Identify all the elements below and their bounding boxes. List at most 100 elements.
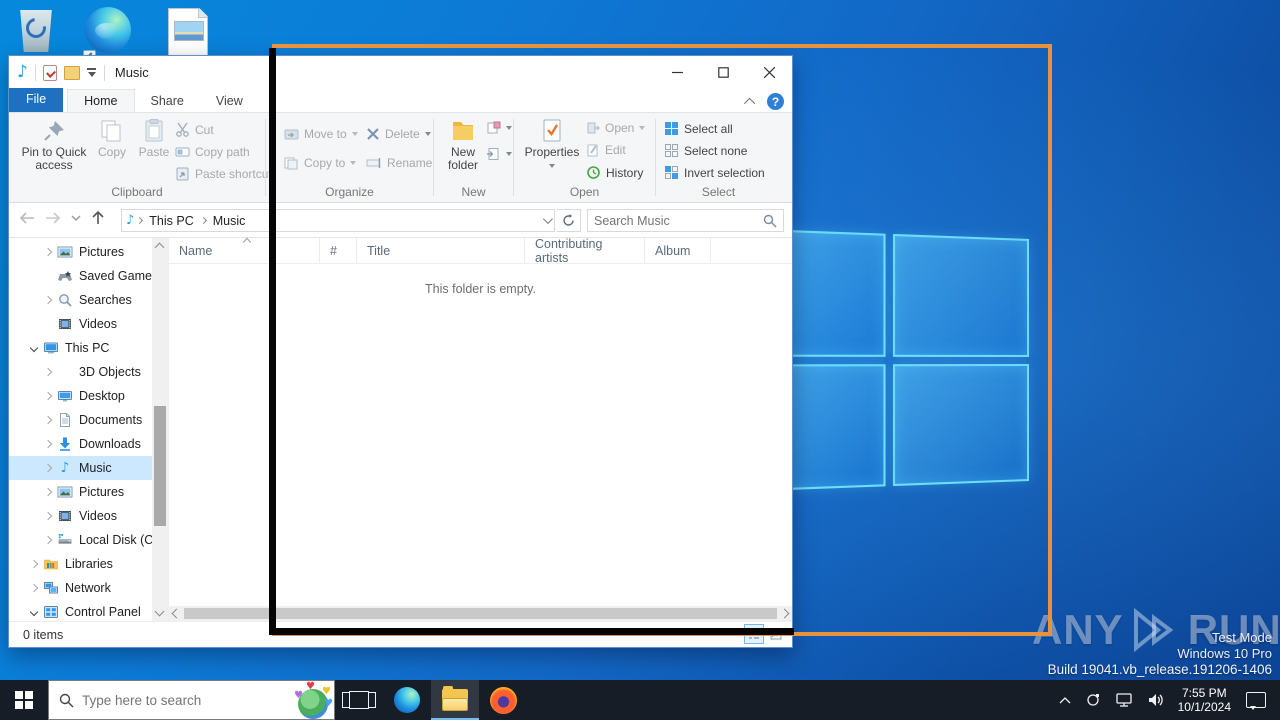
taskbar-search-input[interactable] [82, 692, 324, 708]
watermark-build: Build 19041.vb_release.191206-1406 [1047, 662, 1272, 677]
edge-desktop-shortcut[interactable] [83, 7, 137, 63]
sidebar-item-3d-objects[interactable]: 3D Objects [9, 360, 152, 384]
speaker-icon [1148, 694, 1163, 706]
breadcrumb-music[interactable]: Music [209, 214, 250, 228]
copy-button[interactable]: Copy [93, 118, 131, 159]
scroll-up-icon[interactable] [154, 242, 165, 253]
clock-time: 7:55 PM [1181, 686, 1227, 700]
sidebar-item-documents[interactable]: Documents [9, 408, 152, 432]
tree-expand-icon[interactable] [45, 321, 51, 327]
copy-label: Copy [97, 145, 126, 159]
folder-tree: Pictures Saved Games Searches Videos Thi… [9, 240, 161, 621]
tray-volume-button[interactable] [1140, 680, 1170, 720]
tray-status-icon[interactable] [1078, 680, 1108, 720]
paste-shortcut-button[interactable]: Paste shortcut [175, 166, 272, 181]
tree-expand-icon[interactable] [43, 415, 53, 425]
taskbar-firefox-button[interactable] [479, 680, 527, 720]
taskbar-clock[interactable]: 7:55 PM 10/1/2024 [1170, 686, 1239, 714]
window-title: Music [114, 65, 149, 80]
tab-home[interactable]: Home [67, 89, 135, 112]
tree-expand-icon[interactable] [43, 463, 53, 473]
taskbar-search-box[interactable]: ♥ ♥ ♥ ♥ [48, 680, 335, 720]
action-center-button[interactable] [1239, 680, 1280, 720]
sidebar-item-pictures[interactable]: Pictures [9, 480, 152, 504]
copy-path-icon [175, 147, 190, 157]
tree-expand-icon[interactable] [43, 295, 53, 305]
start-button[interactable] [0, 680, 48, 720]
pin-to-quick-access-button[interactable]: Pin to Quick access [19, 118, 89, 172]
recycle-bin-icon[interactable] [10, 4, 62, 56]
tree-expand-icon[interactable] [29, 607, 39, 617]
picture-icon [57, 484, 73, 500]
tree-expand-icon[interactable] [43, 367, 53, 377]
sidebar-item-libraries[interactable]: Libraries [9, 552, 152, 576]
search-icon [59, 693, 74, 707]
sidebar-item-this-pc[interactable]: This PC [9, 336, 152, 360]
network-icon [43, 580, 59, 596]
recent-locations-dropdown[interactable] [71, 214, 81, 222]
sidebar-item-local-disk-c[interactable]: Local Disk (C:) [9, 528, 161, 552]
search-highlights-globe-icon[interactable]: ♥ ♥ ♥ ♥ [294, 682, 333, 719]
taskbar-edge-button[interactable] [383, 680, 431, 720]
tab-view[interactable]: View [200, 90, 259, 112]
paste-button[interactable]: Paste [135, 118, 173, 159]
sidebar-item-music[interactable]: ♪ Music [9, 456, 152, 480]
drive-icon [57, 532, 73, 548]
video-icon [57, 316, 73, 332]
breadcrumb-chevron-icon [136, 216, 144, 225]
navigation-pane: Pictures Saved Games Searches Videos Thi… [9, 238, 169, 621]
tree-expand-icon[interactable] [43, 535, 53, 545]
tree-expand-icon[interactable] [43, 439, 53, 449]
computer-icon [43, 340, 59, 356]
scroll-down-icon[interactable] [154, 606, 165, 617]
tree-item-label: 3D Objects [79, 365, 141, 379]
tree-expand-icon[interactable] [43, 511, 53, 521]
taskbar-file-explorer-button[interactable] [431, 680, 479, 720]
taskbar: ♥ ♥ ♥ ♥ 7:55 P [0, 680, 1280, 720]
qat-properties-button[interactable] [42, 64, 57, 81]
paste-shortcut-icon [176, 167, 189, 181]
qat-new-folder-button[interactable] [63, 65, 80, 80]
sidebar-item-control-panel[interactable]: Control Panel [9, 600, 152, 621]
sidebar-item-videos[interactable]: Videos [9, 312, 152, 336]
sidebar-item-searches[interactable]: Searches [9, 288, 152, 312]
sidebar-scrollbar[interactable] [152, 238, 168, 621]
cut-button[interactable]: Cut [175, 122, 214, 137]
sidebar-item-desktop[interactable]: Desktop [9, 384, 152, 408]
tree-expand-icon[interactable] [29, 343, 39, 353]
copy-path-button[interactable]: Copy path [175, 144, 250, 159]
scroll-left-icon[interactable] [171, 608, 182, 619]
column-header-label: Name [179, 243, 213, 258]
tray-network-button[interactable] [1108, 680, 1140, 720]
forward-button[interactable] [45, 211, 61, 225]
scrollbar-thumb[interactable] [154, 406, 166, 526]
breadcrumb-this-pc[interactable]: This PC [145, 214, 197, 228]
task-view-button[interactable] [335, 680, 383, 720]
qat-customize-dropdown[interactable] [86, 67, 97, 78]
watermark-mode-info: Test Mode Windows 10 Pro [1177, 630, 1272, 662]
tab-share[interactable]: Share [135, 90, 200, 112]
up-button[interactable] [91, 210, 105, 225]
tray-show-hidden-icons-button[interactable] [1052, 680, 1078, 720]
tree-expand-icon[interactable] [45, 273, 51, 279]
watermark-os: Windows 10 Pro [1177, 646, 1272, 661]
image-file-desktop-icon[interactable] [168, 8, 220, 60]
tree-expand-icon[interactable] [43, 487, 53, 497]
sidebar-item-saved-games[interactable]: Saved Games [9, 264, 158, 288]
cube-icon [57, 364, 73, 380]
nav-arrows [19, 210, 105, 225]
watermark-test-mode: Test Mode [1212, 630, 1272, 645]
tab-file[interactable]: File [9, 88, 64, 112]
tree-expand-icon[interactable] [29, 559, 39, 569]
tree-expand-icon[interactable] [43, 247, 53, 257]
sidebar-item-downloads[interactable]: Downloads [9, 432, 152, 456]
chevron-up-icon [1059, 697, 1071, 704]
sidebar-item-videos[interactable]: Videos [9, 504, 152, 528]
tree-expand-icon[interactable] [29, 583, 39, 593]
sidebar-item-pictures[interactable]: Pictures [9, 240, 152, 264]
firefox-icon [489, 686, 517, 714]
back-button[interactable] [19, 211, 35, 225]
sidebar-item-network[interactable]: Network [9, 576, 152, 600]
tree-expand-icon[interactable] [43, 391, 53, 401]
image-file-icon [168, 8, 208, 56]
